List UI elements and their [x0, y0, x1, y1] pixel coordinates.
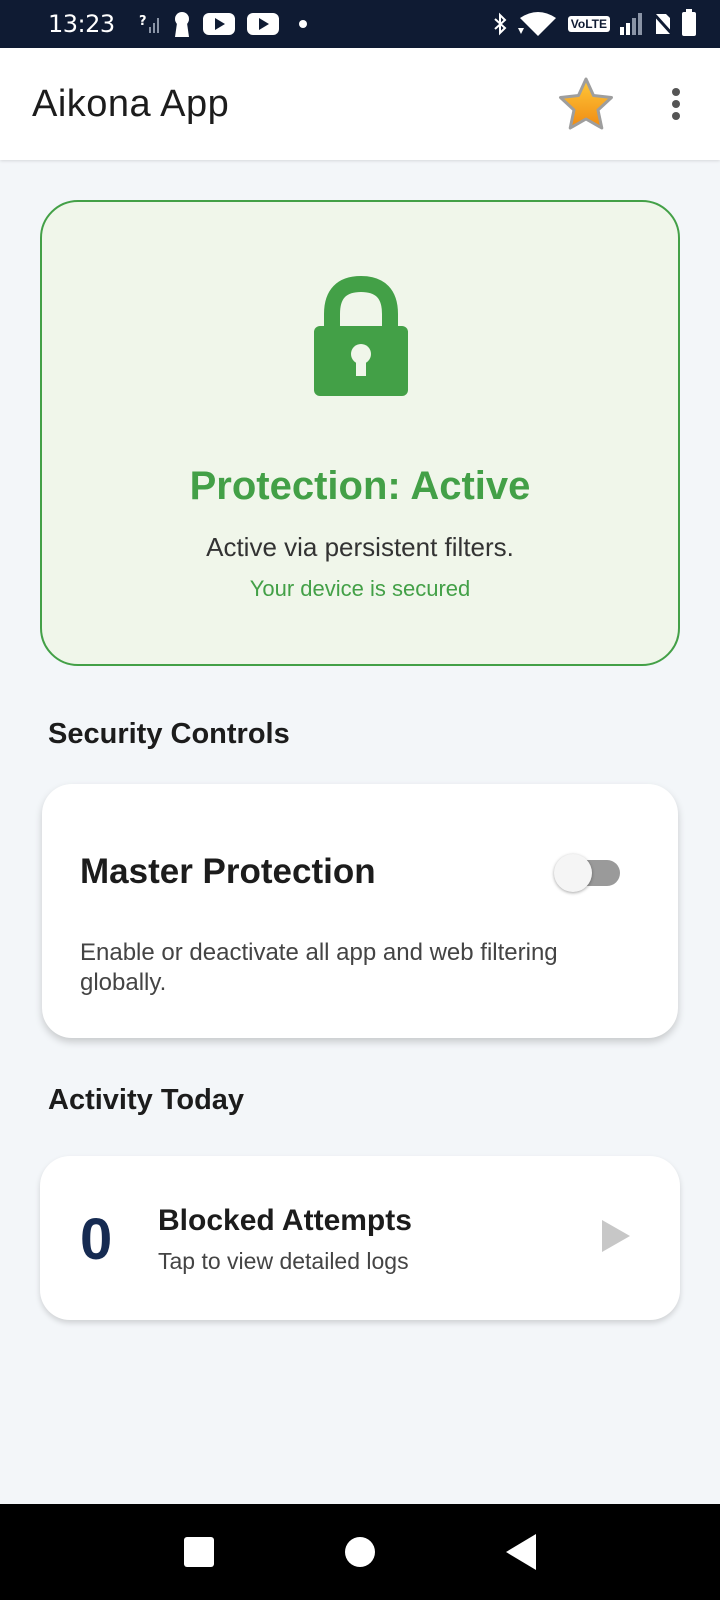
- volte-badge: VoLTE: [567, 16, 610, 32]
- notification-dot-icon: [298, 20, 307, 28]
- more-dot-icon: [672, 100, 680, 108]
- protection-status-note: Your device is secured: [249, 576, 471, 601]
- keyhole-icon: [174, 12, 189, 37]
- master-protection-card: Master Protection Enable or deactivate a…: [42, 784, 678, 1038]
- more-options-button[interactable]: [664, 84, 688, 124]
- star-icon: [559, 77, 613, 130]
- favorite-button[interactable]: [556, 74, 616, 134]
- navigation-bar: [0, 1504, 720, 1600]
- blocked-attempts-subtitle: Tap to view detailed logs: [158, 1248, 409, 1274]
- security-controls-heading: Security Controls: [48, 718, 290, 750]
- blocked-attempts-title: Blocked Attempts: [158, 1204, 412, 1237]
- protection-status-title: Protection: Active: [189, 464, 531, 508]
- home-button[interactable]: [344, 1537, 375, 1567]
- master-protection-description: Enable or deactivate all app and web fil…: [80, 939, 558, 996]
- youtube-icon: [202, 13, 235, 35]
- protection-status-subtitle: Active via persistent filters.: [206, 532, 514, 562]
- protection-status-card: Protection: Active Active via persistent…: [40, 200, 680, 666]
- status-time: 13:23: [48, 10, 115, 38]
- master-protection-title: Master Protection: [80, 852, 376, 891]
- blocked-count: 0: [80, 1207, 113, 1272]
- master-protection-toggle[interactable]: [554, 852, 622, 892]
- more-dot-icon: [672, 112, 680, 120]
- signal-icon: [620, 13, 642, 35]
- battery-icon: [682, 9, 696, 36]
- play-arrow-icon: [602, 1220, 630, 1252]
- no-sim-signal-icon: ?: [139, 14, 159, 33]
- activity-today-heading: Activity Today: [48, 1084, 245, 1116]
- lock-icon: [314, 275, 408, 396]
- status-bar: 13:23 ? VoLTE: [0, 0, 720, 48]
- app-title: Aikona App: [32, 82, 230, 125]
- wifi-icon: [517, 12, 556, 36]
- app-bar: Aikona App: [0, 48, 720, 160]
- blocked-attempts-card[interactable]: 0 Blocked Attempts Tap to view detailed …: [40, 1156, 680, 1320]
- more-dot-icon: [672, 88, 680, 96]
- no-sim-icon: [654, 12, 672, 36]
- recents-button[interactable]: [183, 1537, 214, 1567]
- toggle-thumb: [554, 854, 592, 892]
- bluetooth-icon: [494, 12, 507, 36]
- youtube-icon: [246, 13, 279, 35]
- back-button[interactable]: [506, 1534, 537, 1570]
- svg-text:?: ?: [139, 14, 147, 29]
